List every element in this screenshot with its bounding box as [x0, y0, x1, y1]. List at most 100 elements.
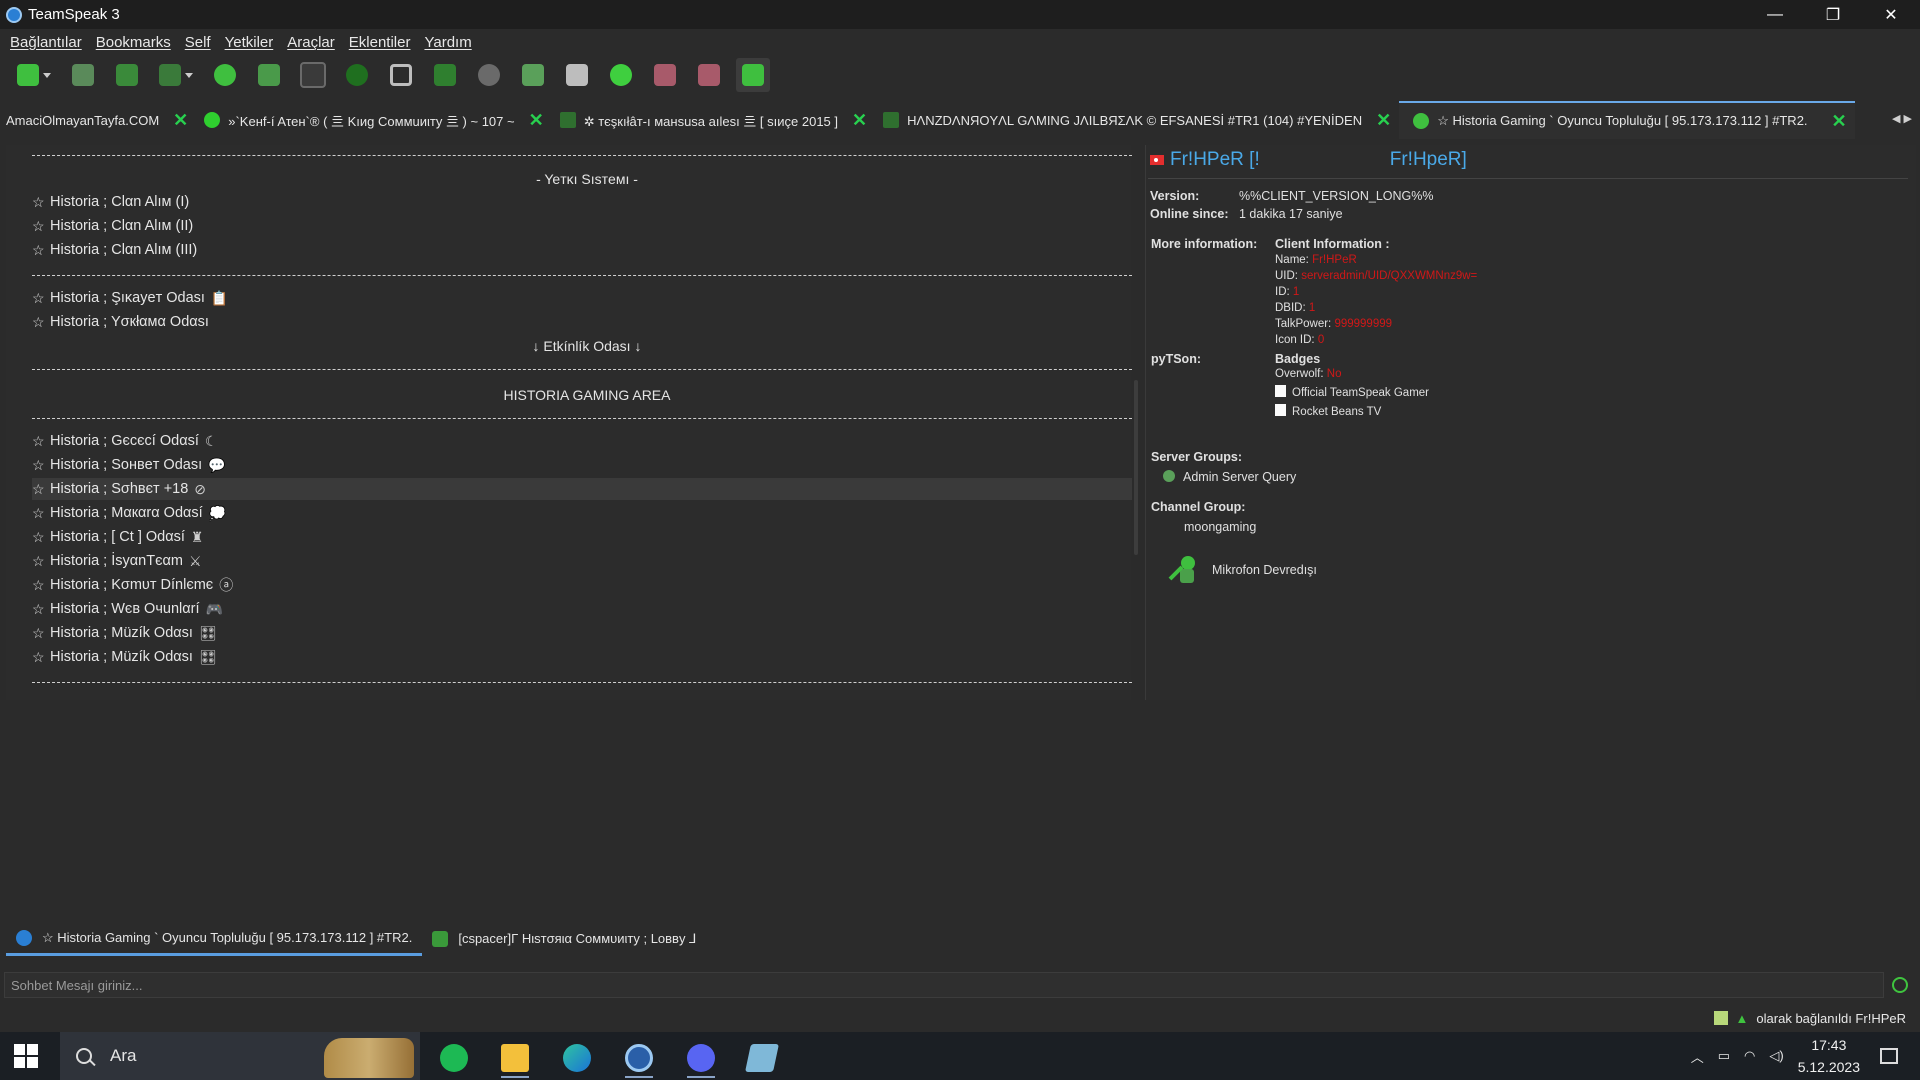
window-button[interactable] — [384, 58, 418, 92]
server-tab[interactable]: ✲ тєşкıłâт-ı мaнsusa aılesı 亖 [ sıиçe 20… — [552, 101, 875, 139]
tab-scroll-arrows[interactable]: ◀ ▶ — [1892, 112, 1912, 125]
wifi-icon[interactable]: ◠ — [1744, 1048, 1755, 1064]
menu-permissions[interactable]: Yetkiler — [225, 34, 274, 51]
channel-item[interactable]: ☆ Historia ; Müzík Odαsı 🎛 — [32, 646, 1132, 668]
close-tab-icon[interactable]: ✕ — [1376, 110, 1391, 131]
settings-button[interactable] — [604, 58, 638, 92]
mute-output-button[interactable] — [154, 58, 198, 92]
teamspeak-server-icon — [16, 929, 32, 946]
channel-item-selected[interactable]: ☆ Historia ; Sσhвєт +18 ⊘ — [32, 478, 1132, 500]
chat-button[interactable] — [208, 58, 242, 92]
volume-icon[interactable]: ◁) — [1769, 1048, 1783, 1064]
channel-label: Historia ; Clαn Alıм (I) — [50, 194, 190, 210]
menu-connections[interactable]: Bağlantılar — [10, 34, 82, 51]
channel-item[interactable]: ☆ Historia ; Gєcєcí Odαsí ☾ — [32, 430, 1132, 452]
connect-button[interactable] — [12, 58, 56, 92]
channel-emoji-icon: ☾ — [204, 432, 218, 449]
channel-item[interactable]: ☆ Historia ; Yσкłαмα Odαsı — [32, 311, 1132, 333]
close-tab-icon[interactable]: ✕ — [529, 110, 544, 131]
menu-addons[interactable]: Eklentiler — [349, 34, 411, 51]
server-tab[interactable]: HΛNZDΛNЯOYΛL GΛMING JΛILBЯΣΛK © EFSANESİ… — [875, 101, 1399, 139]
block-icon — [478, 64, 500, 86]
user-block-button[interactable] — [516, 58, 550, 92]
channel-item[interactable]: ☆ Historia ; Şıĸayeт Odası 📋 — [32, 287, 1132, 309]
channel-item[interactable]: ☆ Historia ; [ Ct ] Odαsí ♜ — [32, 526, 1132, 548]
chat-tab-channel[interactable]: [cspacer]Γ Hιsтσяια Coммυиιтy ; Loввy ⅃ — [422, 922, 706, 956]
channel-item[interactable]: ☆ Historia ; Clαn Alıм (III) — [32, 239, 1132, 261]
close-tab-icon[interactable]: ✕ — [1832, 111, 1847, 132]
deny-button[interactable] — [472, 58, 506, 92]
notes-app[interactable] — [738, 1038, 786, 1078]
badge-icon — [1275, 404, 1286, 416]
chat-bubble-icon — [214, 64, 236, 86]
mic-mute-button[interactable] — [736, 58, 770, 92]
teamspeak-icon — [625, 1044, 653, 1072]
channel-label: Historia ; İsyαnTєαm — [50, 553, 183, 569]
plugin-s-button[interactable] — [692, 58, 726, 92]
menu-help[interactable]: Yardım — [424, 34, 471, 51]
channel-item[interactable]: ☆ Historia ; Kσmυт Dínlєmє ⓐ — [32, 574, 1132, 596]
channel-item[interactable]: ☆ Historia ; Müzík Odαsı 🎛 — [32, 622, 1132, 644]
channel-chat-icon — [432, 931, 449, 947]
away-button[interactable] — [110, 58, 144, 92]
menu-self[interactable]: Self — [185, 34, 211, 51]
channel-item[interactable]: ☆ Historia ; İsyαnTєαm ⚔ — [32, 550, 1132, 572]
version-value: %%CLIENT_VERSION_LONG%% — [1239, 189, 1434, 203]
channel-item[interactable]: ☆ Historia ; Soнвeт Odaѕı 💬 — [32, 454, 1132, 476]
close-tab-icon[interactable]: ✕ — [173, 110, 188, 131]
spacer-line — [32, 155, 1132, 156]
channel-item[interactable]: ☆ Historia ; Wєв Oчunlαrí 🎮 — [32, 598, 1132, 620]
star-icon: ☆ — [32, 313, 45, 330]
square-icon — [390, 64, 412, 86]
server-status-icon — [883, 112, 900, 128]
close-window-button[interactable]: ✕ — [1862, 0, 1920, 29]
chevron-up-icon[interactable]: ︿ — [1691, 1047, 1704, 1066]
add-user-icon — [566, 64, 588, 86]
add-user-button[interactable] — [560, 58, 594, 92]
discord-app[interactable] — [677, 1038, 725, 1078]
file-explorer-app[interactable] — [491, 1038, 539, 1078]
minimize-button[interactable]: — — [1746, 0, 1804, 29]
contacts-button[interactable] — [252, 58, 286, 92]
channel-emoji-icon: 💬 — [208, 456, 226, 473]
disconnect-button[interactable] — [66, 58, 100, 92]
chat-message-input[interactable]: Sohbet Mesajı giriniz... — [4, 972, 1884, 998]
window-title: TeamSpeak 3 — [28, 6, 120, 23]
battery-icon[interactable]: ▭ — [1718, 1048, 1730, 1064]
dbid-row: DBID: 1 — [1275, 302, 1316, 314]
clock[interactable]: 17:43 5.12.2023 — [1798, 1034, 1860, 1078]
spotify-app[interactable] — [430, 1038, 478, 1078]
close-tab-icon[interactable]: ✕ — [852, 110, 867, 131]
channel-item[interactable]: ☆ Historia ; Clαn Alıм (II) — [32, 215, 1132, 237]
edge-app[interactable] — [553, 1038, 601, 1078]
channel-emoji-icon: ⊘ — [194, 480, 207, 497]
server-tab-active[interactable]: ☆ Historia Gaming ` Oyuncu Topluluğu [ 9… — [1399, 101, 1855, 139]
menu-bookmarks[interactable]: Bookmarks — [96, 34, 171, 51]
channel-group-label: Channel Group: — [1151, 500, 1246, 514]
teamspeak-app[interactable] — [615, 1038, 663, 1078]
server-status-icon — [204, 112, 221, 128]
channel-emoji-icon: 🎛 — [198, 648, 217, 665]
badge-item: Rocket Beans TV — [1275, 404, 1381, 418]
monitor-button[interactable] — [428, 58, 462, 92]
menu-tools[interactable]: Araçlar — [287, 34, 335, 51]
plugin-c-button[interactable] — [648, 58, 682, 92]
record-button[interactable] — [340, 58, 374, 92]
server-tab[interactable]: AmaciOlmayanTayfa.COM ✕ — [0, 101, 196, 139]
channel-item[interactable]: ☆ Historia ; Mαкαrα Odαsí 💭 — [32, 502, 1132, 524]
chat-tab-server[interactable]: ☆ Historia Gaming ` Oyuncu Topluluğu [ 9… — [6, 922, 423, 956]
emoji-picker-icon[interactable] — [1892, 977, 1908, 993]
away-icon — [116, 64, 138, 86]
notification-icon[interactable] — [1880, 1048, 1898, 1064]
plugin-s-icon — [698, 64, 720, 86]
tree-scrollbar[interactable] — [1134, 380, 1138, 555]
channel-item[interactable]: ☆ Historia ; Clαn Alıм (I) — [32, 191, 1132, 213]
taskbar-search[interactable]: Ara — [60, 1032, 420, 1080]
server-tab[interactable]: »`Keнf-í Aτeн`® ( 亖 Kıиg Coммuиιтy 亖 ) ~… — [196, 101, 551, 139]
client-nickname: Fr!HPeR [! Fr!HpeR] — [1150, 149, 1467, 171]
channel-label: Historia ; Soнвeт Odaѕı — [50, 457, 203, 473]
windows-start-button[interactable] — [14, 1044, 38, 1068]
maximize-button[interactable]: ❐ — [1804, 0, 1862, 29]
wolf-addon-button[interactable] — [296, 58, 330, 92]
disconnect-icon — [72, 64, 94, 86]
